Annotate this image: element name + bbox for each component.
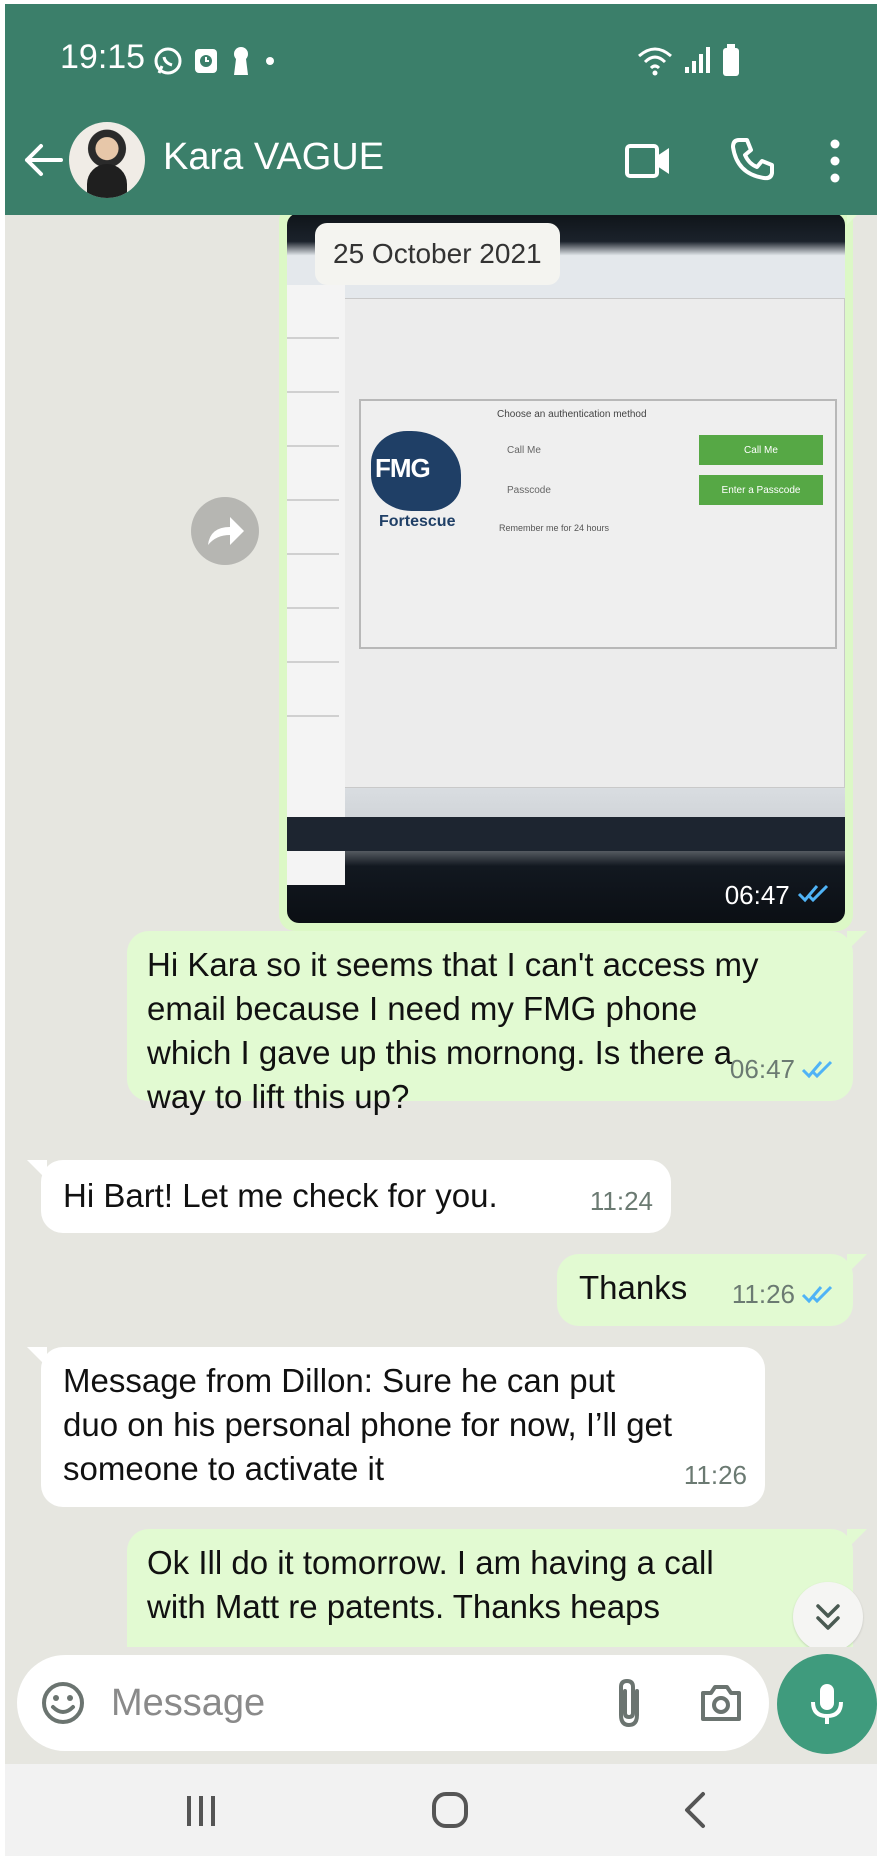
message-meta: 06:47 <box>725 880 831 911</box>
system-icons <box>635 42 741 78</box>
signal-icon <box>685 47 710 73</box>
forward-button[interactable] <box>191 497 259 565</box>
camera-icon[interactable] <box>697 1679 745 1727</box>
status-time: 19:15 <box>60 38 146 76</box>
double-check-icon <box>801 1060 833 1079</box>
chat-area[interactable]: FMG Fortescue Choose an authentication m… <box>5 215 877 1647</box>
incoming-message[interactable]: Hi Bart! Let me check for you. 11:24 <box>27 1160 671 1233</box>
double-check-icon <box>797 884 829 903</box>
top-bar: 19:15 Kara VAGUE <box>5 4 877 215</box>
message-meta: 11:26 <box>684 1453 747 1497</box>
incoming-message[interactable]: Message from Dillon: Sure he can put duo… <box>27 1347 765 1507</box>
video-call-icon[interactable] <box>623 136 673 186</box>
battery-icon <box>723 44 739 76</box>
message-text: Thanks <box>579 1269 688 1306</box>
photo-taskbar <box>287 817 845 851</box>
message-input[interactable] <box>111 1675 491 1731</box>
message-text: Hi Bart! Let me check for you. <box>63 1177 498 1214</box>
notification-icons <box>153 44 277 78</box>
remember-me-label: Remember me for 24 hours <box>499 523 610 533</box>
whatsapp-icon <box>154 47 182 75</box>
scroll-to-bottom-button[interactable] <box>793 1582 863 1647</box>
mic-icon <box>811 1684 843 1724</box>
emoji-icon[interactable] <box>39 1679 87 1727</box>
fmg-logo-text: FMG <box>375 453 431 483</box>
contact-name[interactable]: Kara VAGUE <box>163 136 384 179</box>
message-time: 06:47 <box>729 1054 795 1084</box>
nav-home-icon[interactable] <box>430 1790 470 1830</box>
nav-back-icon[interactable] <box>677 1790 717 1830</box>
app-bar: Kara VAGUE <box>5 108 877 215</box>
status-bar: 19:15 <box>5 4 877 108</box>
outgoing-message[interactable]: Thanks 11:26 <box>557 1254 867 1326</box>
photo-mail-list <box>287 285 345 885</box>
chevrons-down-icon <box>816 1604 840 1630</box>
message-text: Ok Ill do it tomorrow. I am having a cal… <box>147 1544 714 1625</box>
message-text: Hi Kara so it seems that I can't access … <box>147 946 759 1115</box>
message-time: 06:47 <box>724 880 790 910</box>
message-meta: 06:47 <box>730 1047 835 1091</box>
call-me-button: Call Me <box>699 435 823 465</box>
wifi-icon <box>638 47 672 76</box>
date-chip: 25 October 2021 <box>315 223 560 285</box>
message-composer <box>17 1655 769 1751</box>
message-time: 11:24 <box>589 1186 653 1216</box>
auth-option-call: Call Me <box>507 445 541 456</box>
paperclip-icon[interactable] <box>609 1677 649 1729</box>
image-message[interactable]: FMG Fortescue Choose an authentication m… <box>279 215 867 931</box>
mic-button[interactable] <box>777 1654 877 1754</box>
outgoing-message[interactable]: Hi Kara so it seems that I can't access … <box>127 931 867 1115</box>
more-vert-icon[interactable] <box>823 134 847 188</box>
message-time: 11:26 <box>731 1279 795 1309</box>
whatsapp-chat-screen: 19:15 Kara VAGUE FMG Fortescue Choose an… <box>5 4 877 1856</box>
outgoing-message[interactable]: Ok Ill do it tomorrow. I am having a cal… <box>127 1529 867 1647</box>
auth-option-passcode: Passcode <box>507 485 551 496</box>
android-nav-bar <box>5 1764 877 1856</box>
phone-icon[interactable] <box>727 134 777 184</box>
message-text: Message from Dillon: Sure he can put duo… <box>63 1362 673 1487</box>
message-time: 11:26 <box>683 1460 747 1490</box>
message-photo[interactable]: FMG Fortescue Choose an authentication m… <box>287 215 845 923</box>
dot-icon <box>266 57 274 65</box>
message-meta: 11:24 <box>590 1179 653 1223</box>
contact-avatar[interactable] <box>69 122 145 198</box>
nav-recents-icon[interactable] <box>183 1794 219 1828</box>
enter-passcode-button: Enter a Passcode <box>699 475 823 505</box>
double-check-icon <box>801 1285 833 1304</box>
message-meta: 11:26 <box>732 1272 835 1316</box>
keyhole-icon <box>234 47 248 75</box>
fortescue-brand: Fortescue <box>379 513 456 530</box>
auth-title: Choose an authentication method <box>497 409 647 420</box>
back-arrow-icon[interactable] <box>21 138 65 182</box>
clock-icon <box>195 49 217 73</box>
forward-icon <box>208 517 244 545</box>
